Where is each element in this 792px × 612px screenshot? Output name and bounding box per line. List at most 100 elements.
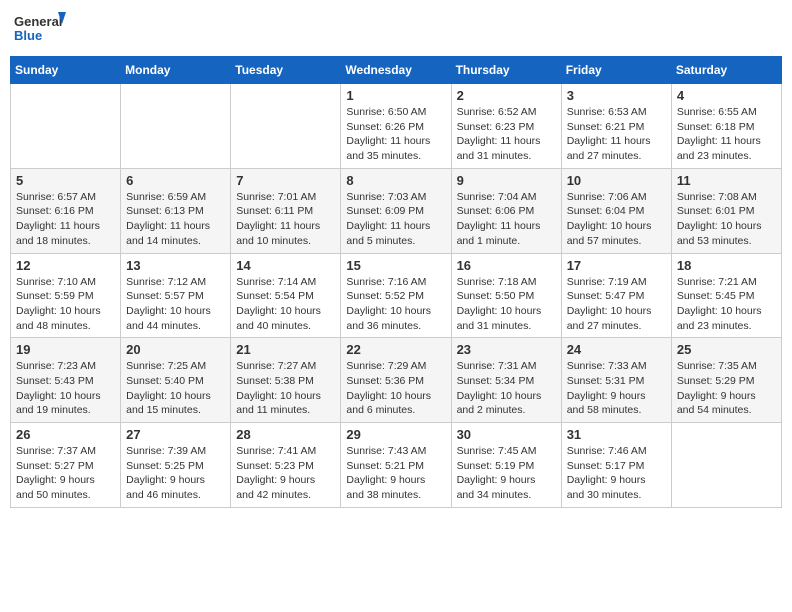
- calendar-cell: 19 Sunrise: 7:23 AM Sunset: 5:43 PM Dayli…: [11, 338, 121, 423]
- day-number: 17: [567, 258, 666, 273]
- day-number: 15: [346, 258, 445, 273]
- calendar-cell: 30 Sunrise: 7:45 AM Sunset: 5:19 PM Dayli…: [451, 423, 561, 508]
- day-info: Sunrise: 7:21 AM Sunset: 5:45 PM Dayligh…: [677, 275, 776, 334]
- calendar-cell: 13Sunrise: 7:12 AM Sunset: 5:57 PM Dayli…: [121, 253, 231, 338]
- weekday-header: Friday: [561, 57, 671, 84]
- calendar-cell: 5 Sunrise: 6:57 AM Sunset: 6:16 PM Daylig…: [11, 168, 121, 253]
- day-info: Sunrise: 7:03 AM Sunset: 6:09 PM Dayligh…: [346, 190, 445, 249]
- day-number: 27: [126, 427, 225, 442]
- day-info: Sunrise: 7:27 AM Sunset: 5:38 PM Dayligh…: [236, 359, 335, 418]
- day-info: Sunrise: 7:14 AM Sunset: 5:54 PM Dayligh…: [236, 275, 335, 334]
- day-info: Sunrise: 7:01 AM Sunset: 6:11 PM Dayligh…: [236, 190, 335, 249]
- day-number: 2: [457, 88, 556, 103]
- day-info: Sunrise: 7:08 AM Sunset: 6:01 PM Dayligh…: [677, 190, 776, 249]
- day-number: 26: [16, 427, 115, 442]
- calendar-cell: 23Sunrise: 7:31 AM Sunset: 5:34 PM Dayli…: [451, 338, 561, 423]
- calendar-cell: 8Sunrise: 7:03 AM Sunset: 6:09 PM Daylig…: [341, 168, 451, 253]
- day-info: Sunrise: 6:53 AM Sunset: 6:21 PM Dayligh…: [567, 105, 666, 164]
- day-info: Sunrise: 7:06 AM Sunset: 6:04 PM Dayligh…: [567, 190, 666, 249]
- day-number: 22: [346, 342, 445, 357]
- calendar-cell: [121, 84, 231, 169]
- day-number: 12: [16, 258, 115, 273]
- day-info: Sunrise: 7:12 AM Sunset: 5:57 PM Dayligh…: [126, 275, 225, 334]
- calendar-week-row: 26 Sunrise: 7:37 AM Sunset: 5:27 PM Dayli…: [11, 423, 782, 508]
- day-info: Sunrise: 7:45 AM Sunset: 5:19 PM Dayligh…: [457, 444, 556, 503]
- day-number: 20: [126, 342, 225, 357]
- calendar-cell: 1 Sunrise: 6:50 AM Sunset: 6:26 PM Daylig…: [341, 84, 451, 169]
- day-number: 4: [677, 88, 776, 103]
- day-info: Sunrise: 7:04 AM Sunset: 6:06 PM Dayligh…: [457, 190, 556, 249]
- calendar-cell: 22 Sunrise: 7:29 AM Sunset: 5:36 PM Dayli…: [341, 338, 451, 423]
- day-info: Sunrise: 7:46 AM Sunset: 5:17 PM Dayligh…: [567, 444, 666, 503]
- calendar-cell: 12 Sunrise: 7:10 AM Sunset: 5:59 PM Dayli…: [11, 253, 121, 338]
- day-info: Sunrise: 7:33 AM Sunset: 5:31 PM Dayligh…: [567, 359, 666, 418]
- day-number: 29: [346, 427, 445, 442]
- day-number: 25: [677, 342, 776, 357]
- day-number: 24: [567, 342, 666, 357]
- calendar-cell: 29 Sunrise: 7:43 AM Sunset: 5:21 PM Dayli…: [341, 423, 451, 508]
- day-info: Sunrise: 7:10 AM Sunset: 5:59 PM Dayligh…: [16, 275, 115, 334]
- day-number: 5: [16, 173, 115, 188]
- weekday-header: Thursday: [451, 57, 561, 84]
- day-info: Sunrise: 7:18 AM Sunset: 5:50 PM Dayligh…: [457, 275, 556, 334]
- calendar-cell: 16Sunrise: 7:18 AM Sunset: 5:50 PM Dayli…: [451, 253, 561, 338]
- calendar-cell: 10 Sunrise: 7:06 AM Sunset: 6:04 PM Dayli…: [561, 168, 671, 253]
- day-info: Sunrise: 6:50 AM Sunset: 6:26 PM Dayligh…: [346, 105, 445, 164]
- day-number: 18: [677, 258, 776, 273]
- day-info: Sunrise: 7:41 AM Sunset: 5:23 PM Dayligh…: [236, 444, 335, 503]
- page-header: General Blue: [10, 10, 782, 48]
- logo: General Blue: [14, 10, 66, 48]
- weekday-header-row: SundayMondayTuesdayWednesdayThursdayFrid…: [11, 57, 782, 84]
- day-info: Sunrise: 6:55 AM Sunset: 6:18 PM Dayligh…: [677, 105, 776, 164]
- logo-svg: General Blue: [14, 10, 66, 48]
- day-number: 7: [236, 173, 335, 188]
- calendar-cell: 2Sunrise: 6:52 AM Sunset: 6:23 PM Daylig…: [451, 84, 561, 169]
- calendar-cell: 26 Sunrise: 7:37 AM Sunset: 5:27 PM Dayli…: [11, 423, 121, 508]
- calendar-cell: 18 Sunrise: 7:21 AM Sunset: 5:45 PM Dayli…: [671, 253, 781, 338]
- weekday-header: Sunday: [11, 57, 121, 84]
- calendar-cell: 14 Sunrise: 7:14 AM Sunset: 5:54 PM Dayli…: [231, 253, 341, 338]
- day-number: 11: [677, 173, 776, 188]
- calendar-cell: 20 Sunrise: 7:25 AM Sunset: 5:40 PM Dayli…: [121, 338, 231, 423]
- day-info: Sunrise: 7:29 AM Sunset: 5:36 PM Dayligh…: [346, 359, 445, 418]
- day-info: Sunrise: 7:16 AM Sunset: 5:52 PM Dayligh…: [346, 275, 445, 334]
- weekday-header: Saturday: [671, 57, 781, 84]
- calendar-week-row: 19 Sunrise: 7:23 AM Sunset: 5:43 PM Dayli…: [11, 338, 782, 423]
- calendar-cell: [231, 84, 341, 169]
- svg-text:Blue: Blue: [14, 28, 42, 43]
- calendar-cell: 15 Sunrise: 7:16 AM Sunset: 5:52 PM Dayli…: [341, 253, 451, 338]
- calendar-cell: [11, 84, 121, 169]
- day-number: 19: [16, 342, 115, 357]
- day-number: 14: [236, 258, 335, 273]
- weekday-header: Tuesday: [231, 57, 341, 84]
- calendar-cell: 24 Sunrise: 7:33 AM Sunset: 5:31 PM Dayli…: [561, 338, 671, 423]
- calendar-week-row: 5 Sunrise: 6:57 AM Sunset: 6:16 PM Daylig…: [11, 168, 782, 253]
- day-info: Sunrise: 7:23 AM Sunset: 5:43 PM Dayligh…: [16, 359, 115, 418]
- calendar-cell: [671, 423, 781, 508]
- calendar-cell: 6 Sunrise: 6:59 AM Sunset: 6:13 PM Daylig…: [121, 168, 231, 253]
- day-info: Sunrise: 7:25 AM Sunset: 5:40 PM Dayligh…: [126, 359, 225, 418]
- day-number: 9: [457, 173, 556, 188]
- calendar-cell: 21Sunrise: 7:27 AM Sunset: 5:38 PM Dayli…: [231, 338, 341, 423]
- calendar-cell: 9 Sunrise: 7:04 AM Sunset: 6:06 PM Daylig…: [451, 168, 561, 253]
- day-info: Sunrise: 6:57 AM Sunset: 6:16 PM Dayligh…: [16, 190, 115, 249]
- calendar-table: SundayMondayTuesdayWednesdayThursdayFrid…: [10, 56, 782, 508]
- day-info: Sunrise: 7:43 AM Sunset: 5:21 PM Dayligh…: [346, 444, 445, 503]
- calendar-cell: 31Sunrise: 7:46 AM Sunset: 5:17 PM Dayli…: [561, 423, 671, 508]
- day-number: 30: [457, 427, 556, 442]
- day-number: 1: [346, 88, 445, 103]
- day-info: Sunrise: 7:37 AM Sunset: 5:27 PM Dayligh…: [16, 444, 115, 503]
- day-info: Sunrise: 7:39 AM Sunset: 5:25 PM Dayligh…: [126, 444, 225, 503]
- calendar-cell: 3 Sunrise: 6:53 AM Sunset: 6:21 PM Daylig…: [561, 84, 671, 169]
- day-number: 3: [567, 88, 666, 103]
- day-number: 6: [126, 173, 225, 188]
- calendar-week-row: 1 Sunrise: 6:50 AM Sunset: 6:26 PM Daylig…: [11, 84, 782, 169]
- day-info: Sunrise: 7:19 AM Sunset: 5:47 PM Dayligh…: [567, 275, 666, 334]
- calendar-cell: 28Sunrise: 7:41 AM Sunset: 5:23 PM Dayli…: [231, 423, 341, 508]
- day-number: 10: [567, 173, 666, 188]
- calendar-cell: 25 Sunrise: 7:35 AM Sunset: 5:29 PM Dayli…: [671, 338, 781, 423]
- weekday-header: Wednesday: [341, 57, 451, 84]
- day-info: Sunrise: 7:35 AM Sunset: 5:29 PM Dayligh…: [677, 359, 776, 418]
- day-info: Sunrise: 6:59 AM Sunset: 6:13 PM Dayligh…: [126, 190, 225, 249]
- day-number: 23: [457, 342, 556, 357]
